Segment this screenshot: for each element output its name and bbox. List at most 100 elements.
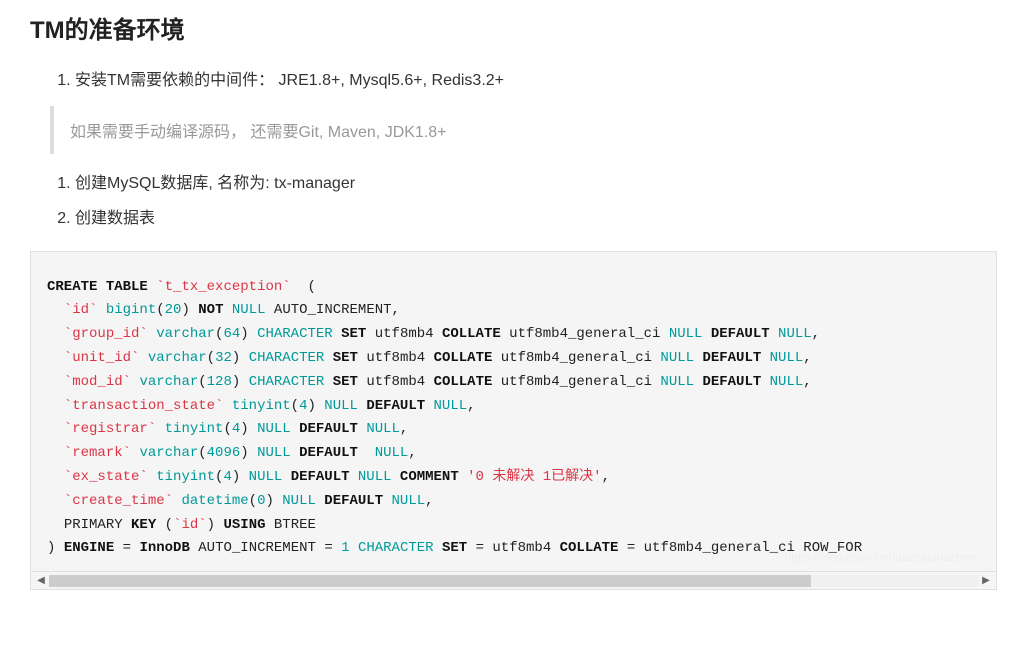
- ty-varchar3: varchar: [139, 374, 198, 390]
- num-0: 0: [257, 493, 265, 509]
- col-reg: `registrar`: [64, 421, 156, 437]
- kw-collate4: COLLATE: [560, 540, 619, 556]
- kw-set2: SET: [333, 350, 358, 366]
- num-20: 20: [165, 302, 182, 318]
- ty-bigint: bigint: [106, 302, 156, 318]
- num-4c: 4: [223, 469, 231, 485]
- scroll-thumb-gap: [811, 575, 978, 587]
- ty-char: CHARACTER: [257, 326, 333, 342]
- kw-collate: COLLATE: [442, 326, 501, 342]
- col-remark: `remark`: [64, 445, 131, 461]
- kw-engine: ENGINE: [64, 540, 114, 556]
- kw-not: NOT: [198, 302, 223, 318]
- kw-null10: NULL: [257, 421, 291, 437]
- ty-varchar4: varchar: [139, 445, 198, 461]
- kw-default7: DEFAULT: [291, 469, 350, 485]
- sql-code: CREATE TABLE `t_tx_exception` ( `id` big…: [47, 276, 980, 562]
- comma2: ,: [803, 350, 811, 366]
- col-mod: `mod_id`: [64, 374, 131, 390]
- kw-null7: NULL: [770, 374, 804, 390]
- innodb: InnoDB: [139, 540, 189, 556]
- watermark: https://blog.csdn.net/daziyuanazhen: [785, 547, 976, 567]
- page-heading: TM的准备环境: [30, 10, 997, 45]
- num-64: 64: [223, 326, 240, 342]
- kw-null12: NULL: [257, 445, 291, 461]
- collation2: utf8mb4_general_ci: [501, 350, 652, 366]
- comma8: ,: [425, 493, 433, 509]
- comma: ,: [812, 326, 820, 342]
- scroll-track[interactable]: [49, 575, 978, 587]
- ty-char4: CHARACTER: [358, 540, 434, 556]
- kw-null16: NULL: [282, 493, 316, 509]
- scroll-right-icon[interactable]: ▶: [980, 575, 992, 587]
- comma6: ,: [408, 445, 416, 461]
- eq2: =: [324, 540, 332, 556]
- ty-tinyint3: tinyint: [156, 469, 215, 485]
- kw-null15: NULL: [358, 469, 392, 485]
- list-2: 创建MySQL数据库, 名称为: tx-manager 创建数据表: [30, 166, 997, 236]
- kw-null: NULL: [232, 302, 266, 318]
- kw-null14: NULL: [249, 469, 283, 485]
- collation: utf8mb4_general_ci: [509, 326, 660, 342]
- kw-default5: DEFAULT: [299, 421, 358, 437]
- kw-default3: DEFAULT: [702, 374, 761, 390]
- eq3: =: [476, 540, 484, 556]
- list-1: 安装TM需要依赖的中间件： JRE1.8+, Mysql5.6+, Redis3…: [30, 63, 997, 98]
- kw-null9: NULL: [434, 398, 468, 414]
- kw-null17: NULL: [392, 493, 426, 509]
- kw-null11: NULL: [366, 421, 400, 437]
- ty-varchar2: varchar: [148, 350, 207, 366]
- num-4096: 4096: [207, 445, 241, 461]
- kw-table: TABLE: [106, 279, 148, 295]
- num-4a: 4: [299, 398, 307, 414]
- kw-default8: DEFAULT: [324, 493, 383, 509]
- paren: (: [307, 279, 315, 295]
- col-unit: `unit_id`: [64, 350, 140, 366]
- kw-set4: SET: [442, 540, 467, 556]
- blockquote-note: 如果需要手动编译源码， 还需要Git, Maven, JDK1.8+: [50, 106, 997, 154]
- col-ct: `create_time`: [64, 493, 173, 509]
- scroll-left-icon[interactable]: ◀: [35, 575, 47, 587]
- ty-char3: CHARACTER: [249, 374, 325, 390]
- ty-tinyint: tinyint: [232, 398, 291, 414]
- comma7: ,: [602, 469, 610, 485]
- comma3: ,: [803, 374, 811, 390]
- kw-set3: SET: [333, 374, 358, 390]
- num-128: 128: [207, 374, 232, 390]
- primary: PRIMARY: [64, 517, 123, 533]
- comma5: ,: [400, 421, 408, 437]
- kw-collate3: COLLATE: [434, 374, 493, 390]
- kw-null8: NULL: [324, 398, 358, 414]
- kw-create: CREATE: [47, 279, 97, 295]
- id-pk: `id`: [173, 517, 207, 533]
- col-id: `id`: [64, 302, 98, 318]
- kw-collate2: COLLATE: [434, 350, 493, 366]
- utf8-2: utf8mb4: [366, 350, 425, 366]
- kw-null6: NULL: [660, 374, 694, 390]
- kw-key: KEY: [131, 517, 156, 533]
- sql-code-block: CREATE TABLE `t_tx_exception` ( `id` big…: [30, 251, 997, 573]
- utf8-3: utf8mb4: [366, 374, 425, 390]
- collation3: utf8mb4_general_ci: [501, 374, 652, 390]
- col-ex: `ex_state`: [64, 469, 148, 485]
- ty-char2: CHARACTER: [249, 350, 325, 366]
- kw-default6: DEFAULT: [299, 445, 358, 461]
- ty-datetime: datetime: [181, 493, 248, 509]
- kw-null13: NULL: [375, 445, 409, 461]
- str-comment: '0 未解决 1已解决': [467, 469, 601, 485]
- kw-null3: NULL: [778, 326, 812, 342]
- list-item-db: 创建MySQL数据库, 名称为: tx-manager: [75, 166, 997, 201]
- horizontal-scrollbar[interactable]: ◀ ▶: [30, 572, 997, 590]
- eq4: =: [627, 540, 635, 556]
- kw-default: DEFAULT: [711, 326, 770, 342]
- num-4b: 4: [232, 421, 240, 437]
- collation4: utf8mb4_general_ci: [644, 540, 795, 556]
- num-1: 1: [341, 540, 349, 556]
- paren-close: ): [47, 540, 55, 556]
- utf8-4: utf8mb4: [492, 540, 551, 556]
- list-item-table: 创建数据表: [75, 201, 997, 236]
- tbl-name: `t_tx_exception`: [156, 279, 290, 295]
- col-group: `group_id`: [64, 326, 148, 342]
- ty-tinyint2: tinyint: [165, 421, 224, 437]
- autoinc2: AUTO_INCREMENT: [198, 540, 316, 556]
